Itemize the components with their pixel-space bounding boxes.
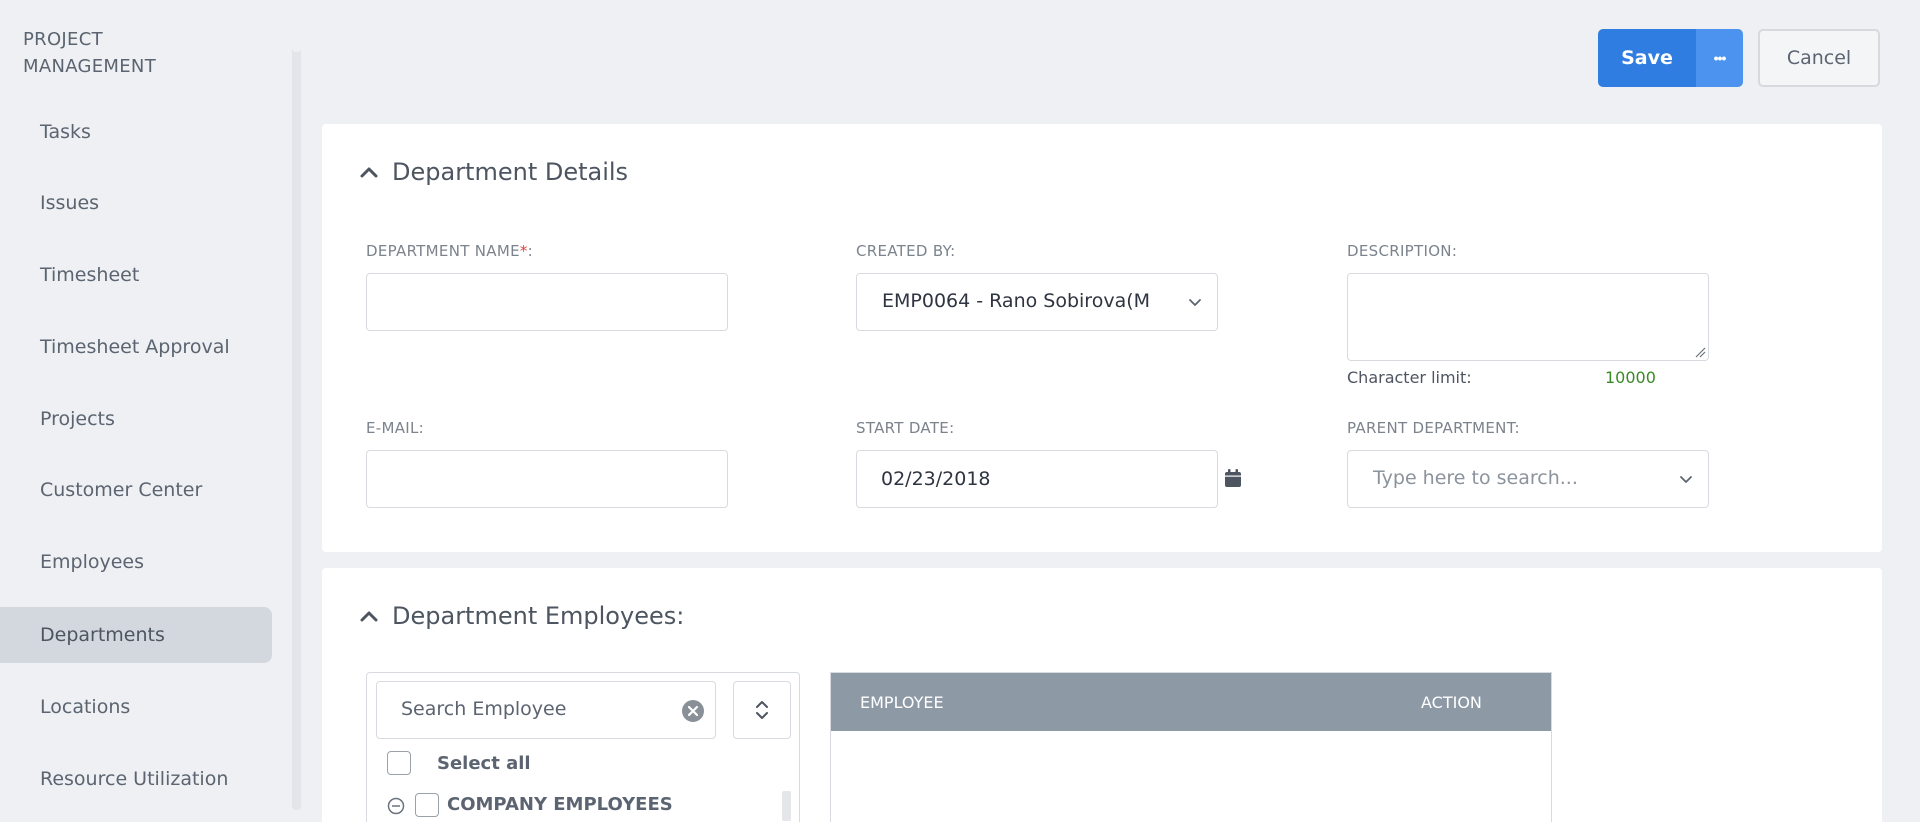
save-button[interactable]: Save: [1598, 29, 1696, 87]
sort-icon: [756, 701, 768, 719]
section-title: Department Details: [392, 158, 629, 186]
more-options-button[interactable]: •••: [1696, 29, 1743, 87]
department-name-input[interactable]: [366, 273, 728, 331]
created-by-select[interactable]: EMP0064 - Rano Sobirova(M: [856, 273, 1218, 331]
collapse-icon[interactable]: [387, 797, 405, 815]
created-by-value: EMP0064 - Rano Sobirova(M: [882, 290, 1151, 312]
cancel-button[interactable]: Cancel: [1758, 29, 1880, 87]
sidebar-title-line1: PROJECT: [23, 29, 103, 50]
sidebar-item-customer-center[interactable]: Customer Center: [0, 462, 272, 518]
sidebar-item-timesheet[interactable]: Timesheet: [0, 247, 272, 303]
company-employees-checkbox[interactable]: [415, 793, 439, 817]
sidebar-title: PROJECT MANAGEMENT: [23, 26, 156, 80]
chevron-down-icon: [1680, 476, 1692, 483]
start-date-label: START DATE:: [856, 419, 955, 437]
sidebar-title-line2: MANAGEMENT: [23, 56, 156, 77]
department-name-label-text: DEPARTMENT NAME: [366, 242, 520, 260]
sidebar-item-departments[interactable]: Departments: [0, 607, 272, 663]
department-details-panel: Department Details DEPARTMENT NAME*: CRE…: [322, 124, 1882, 552]
sidebar-item-tasks[interactable]: Tasks: [0, 104, 272, 160]
start-date-input[interactable]: [856, 450, 1218, 508]
sidebar-scrollbar-thumb[interactable]: [292, 28, 301, 52]
sidebar-item-employees[interactable]: Employees: [0, 534, 272, 590]
department-name-label: DEPARTMENT NAME*:: [366, 242, 533, 260]
description-textarea[interactable]: [1347, 273, 1709, 361]
clear-icon[interactable]: [681, 699, 705, 723]
sidebar-item-resource-utilization[interactable]: Resource Utilization: [0, 751, 272, 807]
description-label: DESCRIPTION:: [1347, 242, 1458, 260]
parent-department-label: PARENT DEPARTMENT:: [1347, 419, 1520, 437]
resize-grip-icon[interactable]: [1694, 346, 1706, 358]
sidebar-item-timesheet-approval[interactable]: Timesheet Approval: [0, 319, 272, 375]
section-title: Department Employees:: [392, 602, 685, 630]
email-label: E-MAIL:: [366, 419, 425, 437]
sidebar-item-issues[interactable]: Issues: [0, 175, 272, 231]
employee-table: EMPLOYEE ACTION: [830, 672, 1552, 822]
sidebar: PROJECT MANAGEMENT Tasks Issues Timeshee…: [0, 0, 301, 822]
search-employee-input[interactable]: Search Employee: [376, 681, 716, 739]
email-input[interactable]: [366, 450, 728, 508]
chevron-down-icon: [1189, 299, 1201, 306]
character-limit-value: 10000: [1605, 368, 1656, 387]
employee-picker: Search Employee Select all COMPANY EMPLO…: [366, 672, 800, 822]
select-all-label: Select all: [437, 753, 531, 774]
department-name-label-suffix: :: [527, 242, 534, 260]
employee-table-header: EMPLOYEE ACTION: [831, 673, 1551, 731]
sidebar-item-projects[interactable]: Projects: [0, 391, 272, 447]
chevron-up-icon[interactable]: [358, 161, 380, 183]
parent-department-placeholder: Type here to search...: [1373, 467, 1578, 489]
select-all-checkbox[interactable]: [387, 751, 411, 775]
company-employees-label: COMPANY EMPLOYEES: [447, 794, 673, 815]
save-button-group: Save •••: [1598, 29, 1743, 87]
calendar-icon[interactable]: [1224, 468, 1242, 488]
department-details-header[interactable]: Department Details: [358, 158, 628, 186]
department-employees-header[interactable]: Department Employees:: [358, 602, 684, 630]
sidebar-scrollbar[interactable]: [292, 28, 301, 810]
column-header-employee: EMPLOYEE: [860, 693, 944, 712]
department-employees-panel: Department Employees: Search Employee Se…: [322, 568, 1882, 822]
sort-button[interactable]: [733, 681, 791, 739]
created-by-label: CREATED BY:: [856, 242, 956, 260]
required-mark: *: [519, 242, 528, 260]
picker-scrollbar[interactable]: [782, 791, 791, 821]
search-employee-placeholder: Search Employee: [401, 698, 567, 720]
chevron-up-icon[interactable]: [358, 605, 380, 627]
sidebar-item-locations[interactable]: Locations: [0, 679, 272, 735]
character-limit-label: Character limit:: [1347, 368, 1472, 387]
column-header-action: ACTION: [1421, 693, 1482, 712]
parent-department-select[interactable]: Type here to search...: [1347, 450, 1709, 508]
